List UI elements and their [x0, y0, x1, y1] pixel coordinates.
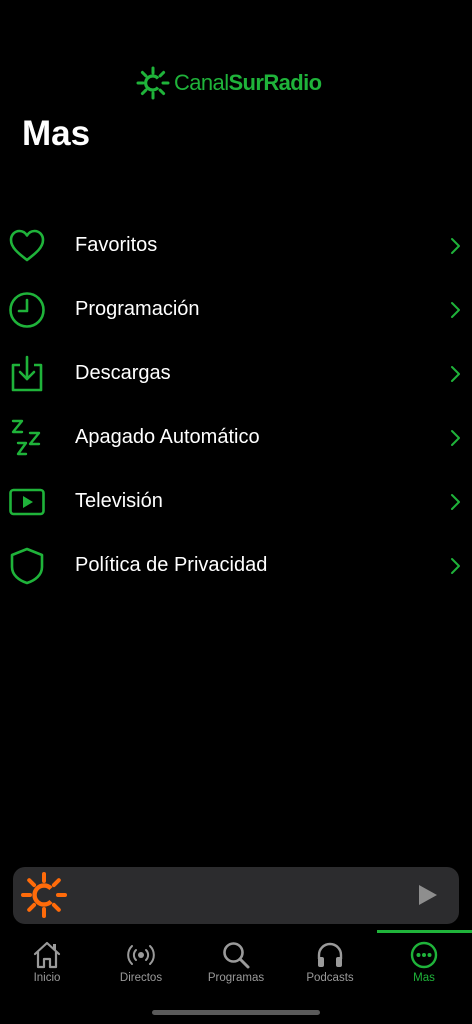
- more-icon: [410, 941, 438, 969]
- menu-item-television[interactable]: Televisión: [0, 469, 472, 533]
- brand-radio: Radio: [263, 70, 322, 95]
- chevron-right-icon: [451, 238, 460, 254]
- tab-podcasts[interactable]: Podcasts: [283, 936, 377, 992]
- heart-icon: [9, 229, 45, 262]
- tab-label: Directos: [119, 972, 163, 984]
- tab-label: Inicio: [33, 972, 61, 984]
- menu-item-descargas[interactable]: Descargas: [0, 341, 472, 405]
- menu-label: Televisión: [75, 490, 163, 512]
- brand-sur: Sur: [228, 70, 264, 95]
- menu-label: Apagado Automático: [75, 426, 260, 448]
- tab-programas[interactable]: Programas: [189, 936, 283, 992]
- tv-play-icon: [9, 488, 45, 516]
- download-icon: [11, 355, 43, 392]
- sleep-zzz-icon: [11, 419, 41, 456]
- menu-label: Programación: [75, 298, 200, 320]
- headphones-icon: [317, 942, 343, 967]
- brand-wordmark: CanalSurRadio: [174, 66, 322, 100]
- tab-mas[interactable]: Mas: [377, 936, 471, 992]
- chevron-right-icon: [451, 494, 460, 510]
- shield-icon: [10, 547, 44, 585]
- menu-item-apagado-automatico[interactable]: Apagado Automático: [0, 405, 472, 469]
- chevron-right-icon: [451, 302, 460, 318]
- broadcast-icon: [127, 945, 155, 965]
- canalsur-sun-logo-icon: [21, 872, 67, 918]
- active-tab-indicator: [377, 930, 472, 933]
- tab-label: Mas: [413, 972, 435, 984]
- home-indicator: [152, 1010, 320, 1015]
- menu-label: Descargas: [75, 362, 171, 384]
- tab-label: Podcasts: [306, 972, 354, 984]
- menu-label: Favoritos: [75, 234, 158, 256]
- tab-inicio[interactable]: Inicio: [0, 936, 94, 992]
- search-icon: [223, 942, 250, 969]
- page-title: Mas: [22, 114, 91, 153]
- menu-label: Política de Privacidad: [75, 554, 268, 576]
- chevron-right-icon: [451, 366, 460, 382]
- menu-item-politica-privacidad[interactable]: Política de Privacidad: [0, 533, 472, 597]
- home-icon: [33, 941, 61, 969]
- sun-logo-icon: [136, 66, 170, 100]
- play-icon[interactable]: [415, 883, 439, 907]
- tab-label: Programas: [207, 972, 265, 984]
- menu-item-favoritos[interactable]: Favoritos: [0, 213, 472, 277]
- tab-directos[interactable]: Directos: [94, 936, 188, 992]
- brand-logo: CanalSurRadio: [136, 66, 322, 100]
- clock-icon: [9, 292, 45, 328]
- brand-canal: Canal: [174, 70, 229, 95]
- chevron-right-icon: [451, 558, 460, 574]
- mini-player[interactable]: [13, 867, 459, 924]
- menu-item-programacion[interactable]: Programación: [0, 277, 472, 341]
- more-menu: Favoritos Programación Descargas Apagado…: [0, 213, 472, 597]
- chevron-right-icon: [451, 430, 460, 446]
